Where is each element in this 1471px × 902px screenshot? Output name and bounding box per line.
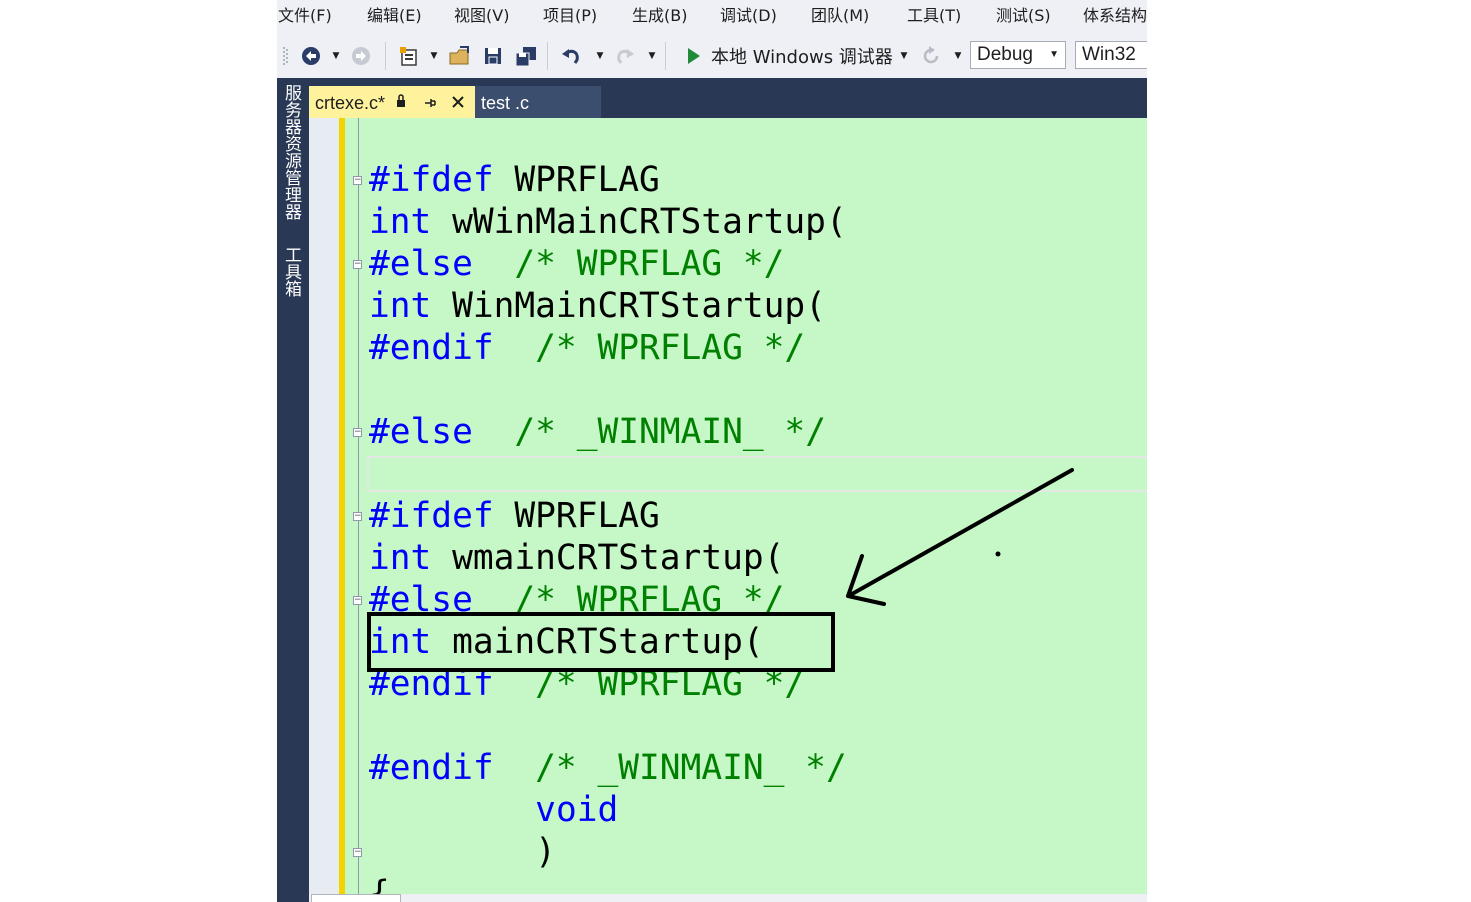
outlining-margin	[358, 118, 359, 894]
undo-dropdown-icon[interactable]: ▼	[595, 44, 605, 68]
refresh-dropdown-icon[interactable]: ▼	[953, 44, 963, 68]
refresh-icon[interactable]	[919, 44, 943, 68]
code-line: #else /* WPRFLAG */	[369, 244, 785, 284]
new-item-dropdown-icon[interactable]: ▼	[429, 44, 439, 68]
current-line-highlight	[367, 456, 1147, 492]
solution-platform-select[interactable]: Win32	[1075, 41, 1147, 69]
menu-build[interactable]: 生成(B)	[632, 8, 687, 24]
menu-test[interactable]: 测试(S)	[996, 8, 1051, 24]
menu-bar: 文件(F) 编辑(E) 视图(V) 项目(P) 生成(B) 调试(D) 团队(M…	[277, 0, 1147, 30]
code-line: )	[535, 832, 556, 872]
close-icon[interactable]	[451, 94, 465, 113]
document-tab-strip: crtexe.c* test .c	[309, 78, 1147, 118]
code-line: int wWinMainCRTStartup(	[369, 202, 847, 242]
chevron-down-icon: ▼	[1049, 49, 1059, 60]
code-editor[interactable]: − − − − − − #ifdef WPRFLAG int wWinMainC…	[309, 118, 1147, 894]
redo-icon[interactable]	[613, 44, 637, 68]
menu-team[interactable]: 团队(M)	[811, 8, 869, 24]
back-dropdown-icon[interactable]: ▼	[331, 44, 341, 68]
code-line: #else /* _WINMAIN_ */	[369, 412, 826, 452]
debugger-button[interactable]: 本地 Windows 调试器	[711, 44, 901, 68]
lock-icon	[396, 93, 406, 112]
toolbox-tab[interactable]: 工具箱	[279, 246, 303, 297]
code-line: #endif /* _WINMAIN_ */	[369, 748, 847, 788]
menu-project[interactable]: 项目(P)	[543, 8, 597, 24]
new-project-icon[interactable]	[397, 44, 421, 68]
toolbar-grip-icon[interactable]	[281, 44, 289, 68]
collapse-icon[interactable]: −	[353, 260, 362, 269]
code-line: int WinMainCRTStartup(	[369, 286, 826, 326]
tab-crtexe[interactable]: crtexe.c*	[309, 86, 475, 118]
change-tracking-bar	[339, 118, 345, 894]
solution-configuration-select[interactable]: Debug ▼	[970, 41, 1066, 69]
debugger-dropdown-icon[interactable]: ▼	[899, 44, 909, 68]
collapse-icon[interactable]: −	[353, 512, 362, 521]
code-line: int wmainCRTStartup(	[369, 538, 785, 578]
code-line: #endif /* WPRFLAG */	[369, 328, 806, 368]
platform-value: Win32	[1082, 44, 1136, 65]
side-tool-rail: 服务器资源管理器 工具箱	[277, 78, 309, 902]
navigate-forward-icon[interactable]	[349, 44, 373, 68]
menu-debug[interactable]: 调试(D)	[720, 8, 777, 24]
save-all-icon[interactable]	[513, 44, 539, 68]
menu-tools[interactable]: 工具(T)	[907, 8, 961, 24]
menu-architecture[interactable]: 体系结构	[1083, 8, 1147, 24]
zoom-level-box[interactable]	[311, 894, 401, 902]
menu-file[interactable]: 文件(F)	[278, 8, 332, 24]
annotation-highlight-box	[367, 612, 835, 672]
pin-icon[interactable]	[423, 95, 437, 114]
server-explorer-tab[interactable]: 服务器资源管理器	[279, 84, 303, 220]
menu-edit[interactable]: 编辑(E)	[367, 8, 422, 24]
save-icon[interactable]	[481, 44, 505, 68]
start-debugging-icon[interactable]	[681, 44, 705, 68]
navigate-back-icon[interactable]	[299, 44, 323, 68]
tab-label: crtexe.c*	[315, 93, 386, 113]
collapse-icon[interactable]: −	[353, 848, 362, 857]
code-line: #ifdef WPRFLAG	[369, 160, 660, 200]
collapse-icon[interactable]: −	[353, 428, 362, 437]
configuration-value: Debug	[977, 44, 1033, 65]
standard-toolbar: ▼ ▼ ▼ ▼ 本地 Windows 调试器 ▼ ▼ Debug ▼ Win32	[277, 34, 1147, 78]
undo-icon[interactable]	[559, 44, 583, 68]
redo-dropdown-icon[interactable]: ▼	[647, 44, 657, 68]
menu-view[interactable]: 视图(V)	[454, 8, 509, 24]
editor-status-bar	[309, 894, 1147, 902]
code-line: {	[369, 874, 390, 894]
code-line: #ifdef WPRFLAG	[369, 496, 660, 536]
indicator-margin[interactable]	[309, 118, 339, 894]
open-file-icon[interactable]	[447, 44, 473, 68]
visual-studio-window: 文件(F) 编辑(E) 视图(V) 项目(P) 生成(B) 调试(D) 团队(M…	[277, 0, 1147, 902]
tab-label: test .c	[481, 93, 530, 113]
collapse-icon[interactable]: −	[353, 596, 362, 605]
code-line: void	[535, 790, 619, 830]
collapse-icon[interactable]: −	[353, 176, 362, 185]
tab-test[interactable]: test .c	[475, 86, 601, 118]
